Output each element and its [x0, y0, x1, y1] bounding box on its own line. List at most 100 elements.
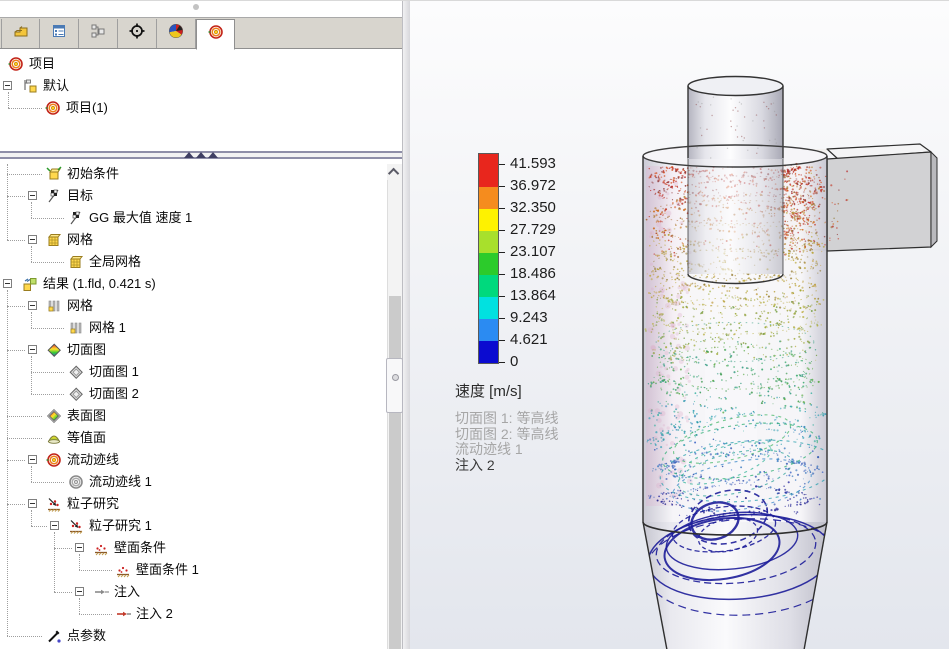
tree-scrollbar-thumb[interactable]: [389, 296, 401, 649]
tree-item-label: 表面图: [67, 405, 106, 427]
tree-item-label: 网格: [67, 229, 93, 251]
expand-toggle[interactable]: [28, 235, 37, 244]
expand-toggle[interactable]: [28, 499, 37, 508]
plot-annotation-line: 注入 2: [455, 455, 495, 475]
tab-flow-simulation[interactable]: [196, 19, 235, 50]
legend-color-band: [479, 341, 498, 363]
tree-item[interactable]: 默认: [0, 75, 402, 97]
tree-item[interactable]: 切面图: [0, 339, 402, 361]
tree-item-label: 切面图: [67, 339, 106, 361]
tree-guide-line: [31, 356, 32, 394]
tab-featuremanager-tree[interactable]: [1, 19, 40, 48]
tree-guide-line: [7, 164, 8, 240]
tree-guide-line: [31, 526, 47, 527]
expand-toggle[interactable]: [3, 279, 12, 288]
propmgr-icon: [51, 23, 67, 44]
tab-displaymanager[interactable]: [157, 19, 196, 48]
scrollbar-up-button[interactable]: [387, 164, 402, 180]
tree-item[interactable]: 表面图: [0, 405, 402, 427]
tree-guide-line: [31, 328, 64, 329]
legend-color-band: [479, 154, 498, 165]
tree-guide-line: [7, 240, 25, 241]
tree-guide-line: [7, 460, 25, 461]
tree-guide-line: [79, 598, 80, 614]
flowg-icon: [68, 474, 84, 490]
tree-item[interactable]: 项目(1): [0, 97, 402, 119]
tree-item-label: 项目(1): [66, 97, 108, 119]
legend-color-band: [479, 187, 498, 209]
configtree-icon: [90, 23, 106, 44]
tree-item[interactable]: 点参数: [0, 625, 402, 647]
legend-tick-value: 9.243: [510, 309, 548, 326]
panel-splitter-handle[interactable]: [386, 358, 403, 413]
tab-dimxpertmanager[interactable]: [118, 19, 157, 48]
goal-icon: [68, 210, 84, 226]
expand-toggle[interactable]: [50, 521, 59, 530]
tree-guide-line: [79, 570, 112, 571]
panel-splitter[interactable]: [402, 1, 410, 649]
legend-tick-value: 13.864: [510, 287, 556, 304]
expand-toggle[interactable]: [28, 455, 37, 464]
tree-item-label: 目标: [67, 185, 93, 207]
tree-item-label: 流动迹线: [67, 449, 119, 471]
expand-toggle[interactable]: [28, 191, 37, 200]
tree-item[interactable]: 壁面条件 1: [0, 559, 402, 581]
legend-tick-value: 0: [510, 353, 518, 370]
tree-item[interactable]: 注入 2: [0, 603, 402, 625]
legend-tick: [499, 208, 505, 209]
tree-item[interactable]: 粒子研究: [0, 493, 402, 515]
surfplot-icon: [46, 408, 62, 424]
legend-tick-value: 36.972: [510, 177, 556, 194]
particle-icon: [46, 496, 62, 512]
tree-item-label: 切面图 1: [89, 361, 139, 383]
legend-tick: [499, 252, 505, 253]
tree-item-label: 项目: [29, 53, 55, 75]
flow-icon: [208, 24, 224, 45]
tree-guide-line: [8, 108, 42, 109]
expand-toggle[interactable]: [28, 301, 37, 310]
splitter-arrow-icon: [196, 152, 206, 158]
legend-tick: [499, 340, 505, 341]
legend-tick-value: 41.593: [510, 155, 556, 172]
tree-item-label: 流动迹线 1: [89, 471, 152, 493]
tree-guide-line: [31, 394, 64, 395]
expand-toggle[interactable]: [28, 345, 37, 354]
tree-item[interactable]: 粒子研究 1: [0, 515, 402, 537]
tree-guide-line: [31, 218, 64, 219]
tree-item-label: 网格 1: [89, 317, 126, 339]
tree-guide-line: [7, 438, 42, 439]
legend-tick-value: 23.107: [510, 243, 556, 260]
manager-tab-strip: [0, 17, 402, 49]
legend-color-band: [479, 165, 498, 187]
tree-item[interactable]: 结果 (1.fld, 0.421 s): [0, 273, 402, 295]
tab-propertymanager[interactable]: [40, 19, 79, 48]
tree-item[interactable]: 目标: [0, 185, 402, 207]
splitter-arrow-icon: [208, 152, 218, 158]
expand-toggle[interactable]: [75, 587, 84, 596]
tree-guide-line: [7, 350, 25, 351]
tree-guide-line: [7, 174, 42, 175]
tree-splitter[interactable]: [0, 151, 402, 159]
tree-item-label: 全局网格: [89, 251, 141, 273]
legend-tick-value: 27.729: [510, 221, 556, 238]
splitter-arrow-icon: [184, 152, 194, 158]
tree-item[interactable]: 项目: [0, 53, 402, 75]
tree-guide-line: [54, 548, 72, 549]
cutplotg-icon: [68, 364, 84, 380]
expand-toggle[interactable]: [75, 543, 84, 552]
legend-tick: [499, 318, 505, 319]
goal-icon: [46, 188, 62, 204]
solidworks-window: 项目默认项目(1) 初始条件目标GG 最大值 速度 1网格全局网格结果 (1.f…: [0, 0, 949, 649]
tree-guide-line: [79, 554, 80, 570]
tree-item[interactable]: 等值面: [0, 427, 402, 449]
tree-item[interactable]: 流动迹线: [0, 449, 402, 471]
legend-color-band: [479, 253, 498, 275]
expand-toggle[interactable]: [3, 81, 12, 90]
tree-item[interactable]: 网格: [0, 295, 402, 317]
handle-dot-icon: [392, 374, 399, 381]
tab-configurationmanager[interactable]: [79, 19, 118, 48]
tree-item[interactable]: 网格: [0, 229, 402, 251]
tree-item[interactable]: 初始条件: [0, 163, 402, 185]
meshbars-icon: [46, 298, 62, 314]
3d-viewport[interactable]: 41.59336.97232.35027.72923.10718.48613.8…: [410, 1, 949, 649]
